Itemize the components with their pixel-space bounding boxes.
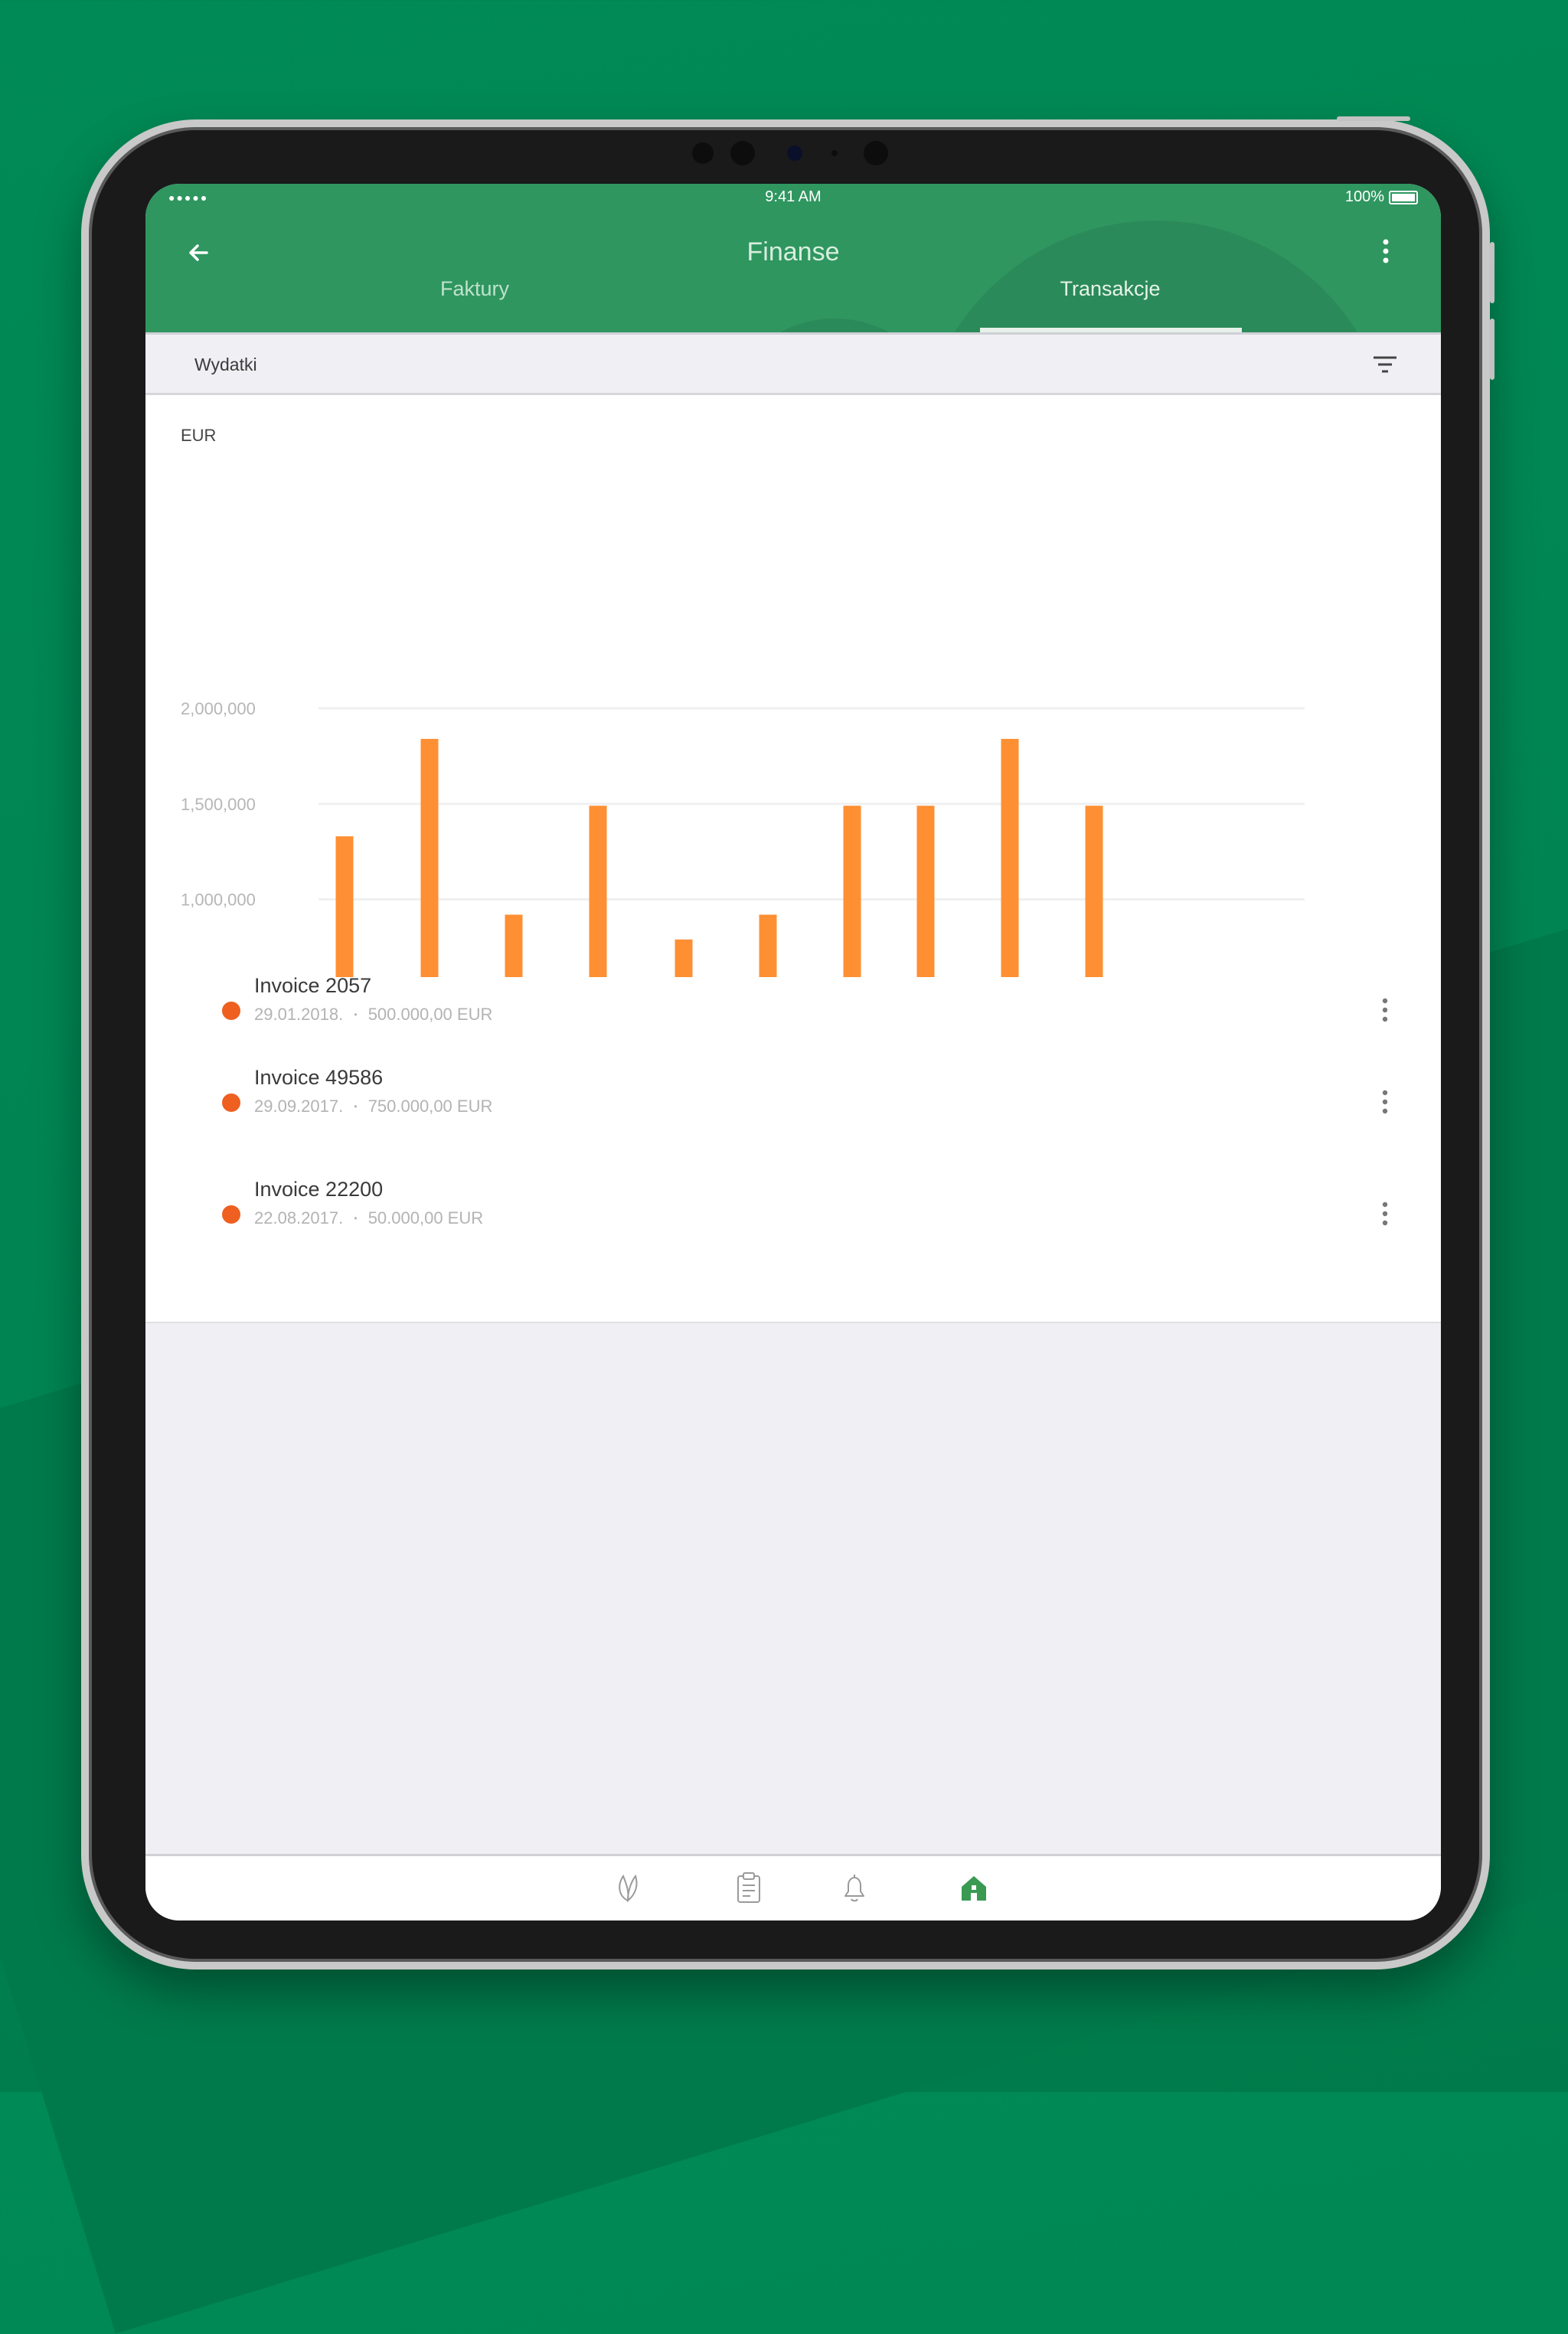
clipboard-icon[interactable] [733, 1870, 764, 1905]
battery-icon [1389, 190, 1418, 204]
bar [505, 914, 523, 977]
tab-transakcje[interactable]: Transakcje [988, 277, 1233, 301]
transaction-meta: 22.08.2017. • 50.000,00 EUR [254, 1208, 483, 1228]
leaf-icon[interactable] [612, 1870, 643, 1905]
app-header: ●●●●● 9:41 AM 100% Finanse Faktury Trans… [145, 184, 1441, 332]
transaction-amount: 500.000,00 EUR [368, 1005, 493, 1024]
list-item[interactable]: Invoice 2057 29.01.2018. • 500.000,00 EU… [145, 974, 1441, 1035]
transaction-name: Invoice 22200 [254, 1178, 384, 1201]
battery-indicator: 100% [1345, 188, 1418, 206]
app-screen: ●●●●● 9:41 AM 100% Finanse Faktury Trans… [145, 184, 1441, 1920]
separator: • [354, 1213, 358, 1224]
status-bar: ●●●●● 9:41 AM 100% [145, 184, 1441, 213]
y-tick-label: 1,000,000 [181, 891, 256, 910]
more-vert-icon[interactable] [1381, 1089, 1389, 1115]
filter-bar: Wydatki [145, 332, 1441, 395]
camera-icon [787, 145, 802, 161]
tab-faktury[interactable]: Faktury [352, 277, 597, 301]
sensor-icon [692, 142, 714, 164]
bar [843, 806, 861, 977]
sensor-icon [730, 141, 755, 165]
filter-label: Wydatki [194, 355, 257, 374]
status-dot [222, 1205, 240, 1224]
status-dot [222, 1093, 240, 1112]
more-vert-icon[interactable] [1381, 236, 1390, 266]
bar [420, 738, 439, 977]
status-time: 9:41 AM [765, 188, 822, 205]
bar [335, 836, 354, 977]
transaction-name: Invoice 49586 [254, 1066, 384, 1089]
list-item[interactable]: Invoice 49586 29.09.2017. • 750.000,00 E… [145, 1066, 1441, 1127]
y-tick-label: 2,000,000 [181, 699, 256, 718]
y-tick-label: 1,500,000 [181, 795, 256, 814]
bottom-navigation [145, 1854, 1441, 1920]
bell-icon[interactable] [839, 1870, 870, 1905]
bar [589, 806, 607, 977]
transaction-date: 22.08.2017. [254, 1208, 344, 1227]
bar [759, 914, 777, 977]
transaction-meta: 29.09.2017. • 750.000,00 EUR [254, 1097, 492, 1116]
bar [1001, 738, 1019, 977]
top-button [1337, 116, 1410, 121]
sensor-icon [831, 150, 838, 156]
battery-percent: 100% [1344, 188, 1384, 205]
separator: • [354, 1009, 358, 1020]
more-vert-icon[interactable] [1381, 1201, 1389, 1227]
bar [675, 939, 693, 977]
transaction-meta: 29.01.2018. • 500.000,00 EUR [254, 1005, 492, 1025]
bar [1085, 806, 1103, 977]
transaction-amount: 750.000,00 EUR [368, 1097, 493, 1116]
chart-panel: EUR 0500,0001,000,0001,500,0002,000,000 … [145, 395, 1441, 1323]
separator: • [354, 1101, 358, 1112]
more-vert-icon[interactable] [1381, 997, 1389, 1023]
status-dot [222, 1002, 240, 1020]
bar [916, 806, 935, 977]
transaction-amount: 50.000,00 EUR [368, 1208, 484, 1227]
volume-down-button [1490, 319, 1494, 380]
header-decoration [720, 319, 949, 332]
page-title: Finanse [746, 237, 840, 266]
home-icon[interactable] [959, 1870, 989, 1905]
volume-up-button [1490, 242, 1494, 303]
tablet-frame: ●●●●● 9:41 AM 100% Finanse Faktury Trans… [81, 116, 1494, 1970]
transaction-name: Invoice 2057 [254, 974, 372, 997]
camera-row [89, 141, 1482, 173]
bar-chart: 0500,0001,000,0001,500,0002,000,000 [181, 699, 1305, 977]
list-item[interactable]: Invoice 22200 22.08.2017. • 50.000,00 EU… [145, 1178, 1441, 1239]
transaction-date: 29.01.2018. [254, 1005, 344, 1024]
sensor-icon [864, 141, 888, 165]
transaction-date: 29.09.2017. [254, 1097, 344, 1116]
filter-icon[interactable] [1372, 355, 1398, 374]
